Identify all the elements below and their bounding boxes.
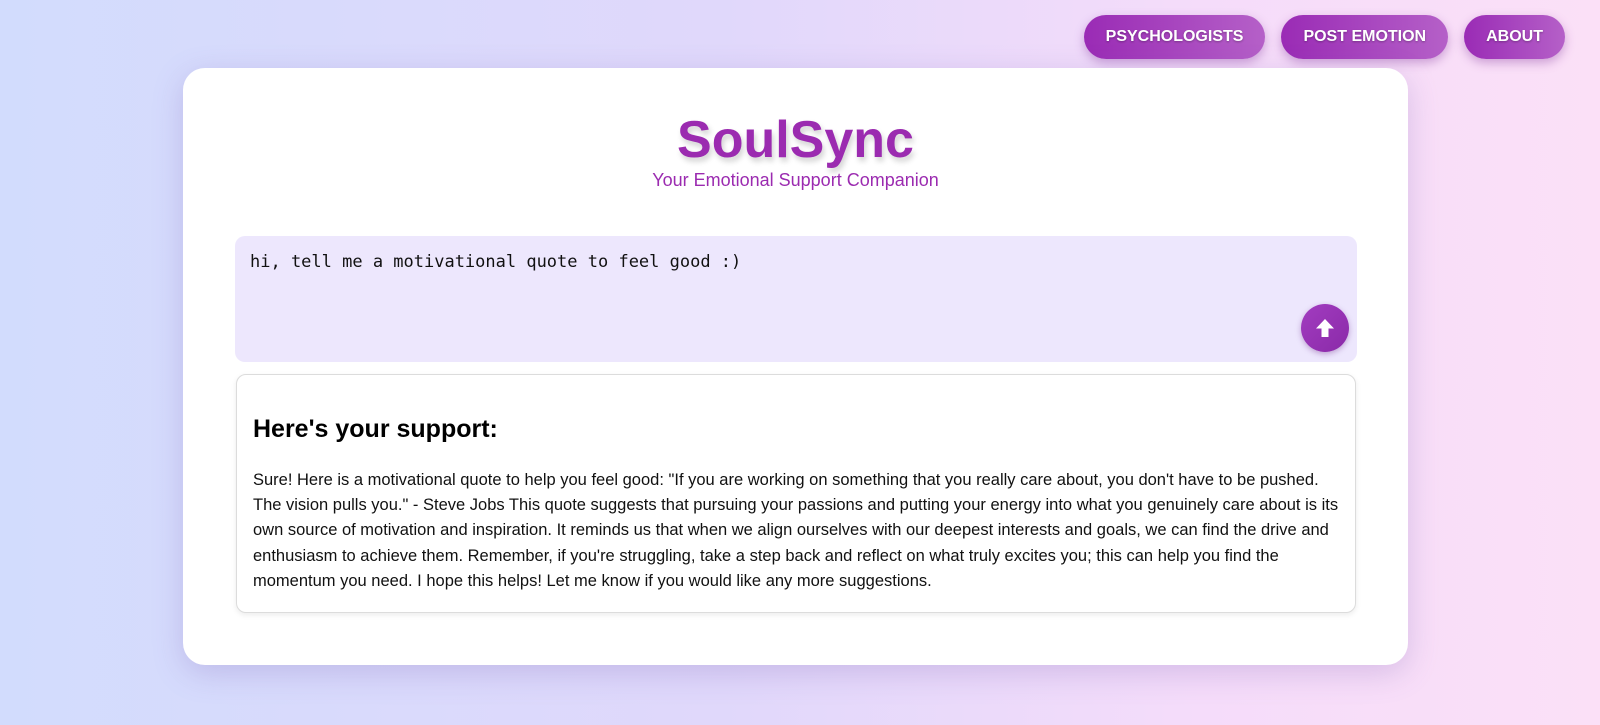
response-heading: Here's your support:: [253, 415, 498, 443]
main-card: SoulSync Your Emotional Support Companio…: [183, 68, 1408, 665]
app-title: SoulSync: [677, 111, 914, 169]
top-nav: PSYCHOLOGISTS POST EMOTION ABOUT: [1083, 15, 1565, 59]
message-input-area[interactable]: hi, tell me a motivational quote to feel…: [235, 236, 1357, 362]
psychologists-button[interactable]: PSYCHOLOGISTS: [1083, 15, 1266, 59]
post-emotion-button[interactable]: POST EMOTION: [1281, 15, 1449, 59]
arrow-up-icon: [1313, 316, 1337, 340]
about-button[interactable]: ABOUT: [1464, 15, 1565, 59]
message-input[interactable]: hi, tell me a motivational quote to feel…: [250, 252, 741, 272]
app-subtitle: Your Emotional Support Companion: [652, 170, 939, 190]
send-button[interactable]: [1301, 304, 1349, 352]
response-text: Sure! Here is a motivational quote to he…: [253, 471, 1339, 590]
response-panel: Here's your support: Sure! Here is a mot…: [236, 374, 1356, 613]
